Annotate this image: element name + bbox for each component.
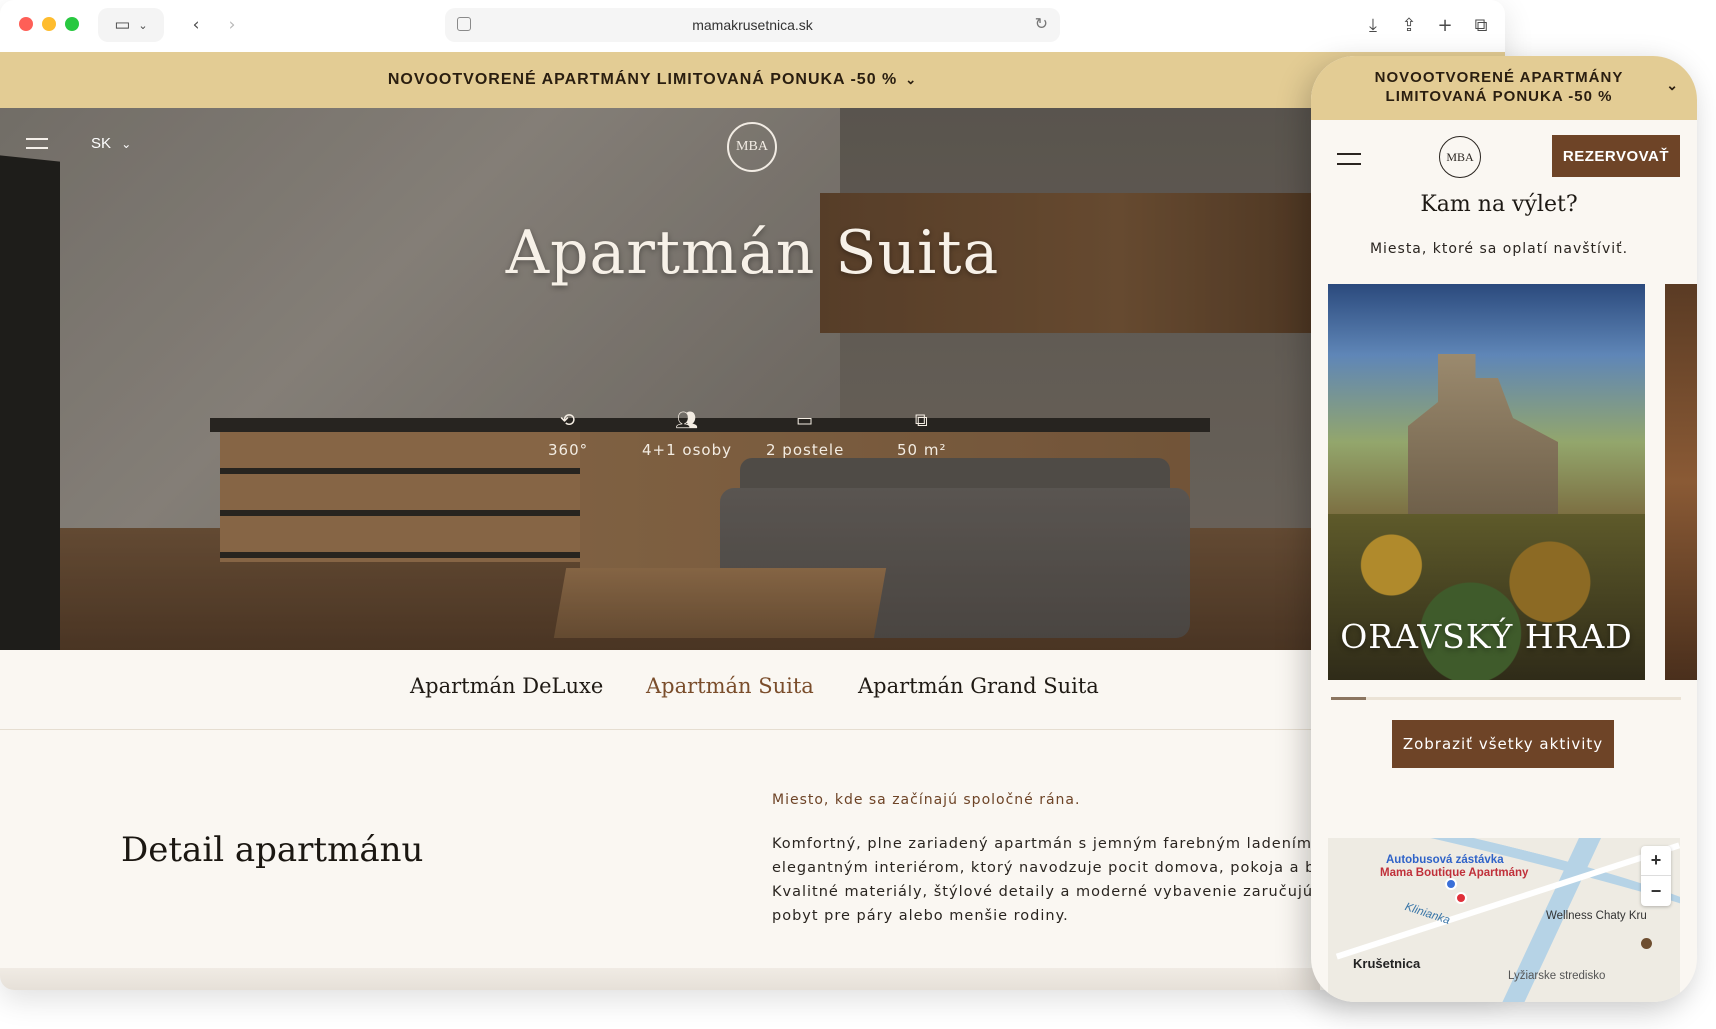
bed-icon: ▭ (796, 410, 815, 431)
page-settings-icon[interactable] (457, 17, 471, 31)
feature-label: 50 m² (897, 441, 947, 459)
hamburger-menu-button[interactable] (26, 138, 48, 156)
detail-description: Komfortný, plne zariadený apartmán s jem… (772, 832, 1320, 928)
hero-title: Apartmán Suita (505, 218, 1000, 288)
carousel-progress-fill (1331, 697, 1366, 700)
share-icon[interactable]: ⇪ (1391, 15, 1427, 36)
book-button[interactable]: REZERVOVAŤ (1552, 135, 1680, 177)
map-river (1328, 838, 1680, 940)
description-line: Kvalitné materiály, štýlové detaily a mo… (772, 884, 1320, 900)
feature-label: 360° (548, 441, 589, 459)
plus-icon[interactable]: + (1427, 15, 1463, 36)
feature-area: ⧉ 50 m² (897, 410, 946, 459)
mobile-promo-text: NOVOOTVORENÉ APARTMÁNY LIMITOVANÁ PONUKA… (1374, 69, 1624, 105)
map-label-bus-stop: Autobusová zástávka (1386, 854, 1504, 866)
chevron-right-icon: › (228, 15, 236, 35)
description-line: elegantným interiérom, ktorý navodzuje p… (772, 860, 1320, 876)
toolbar-actions: ⤓ ⇪ + ⧉ (1355, 8, 1499, 42)
language-label: SK (91, 135, 112, 152)
description-line: pobyt pre páry alebo menšie rodiny. (772, 908, 1069, 924)
promo-banner[interactable]: NOVOOTVORENÉ APARTMÁNY LIMITOVANÁ PONUKA… (0, 52, 1505, 108)
chevron-down-icon: ⌄ (905, 72, 918, 87)
logo-text: MBA (1446, 149, 1474, 164)
close-window-button[interactable] (19, 17, 33, 31)
feature-label: 4+1 osoby (642, 441, 732, 459)
feature-label: 2 postele (766, 441, 845, 459)
minimize-window-button[interactable] (42, 17, 56, 31)
feature-beds: ▭ 2 postele (766, 410, 844, 459)
browser-toolbar: ▭ ⌄ ‹ › mamakrusetnica.sk ↻ ⤓ ⇪ + ⧉ (0, 0, 1505, 52)
all-activities-button[interactable]: Zobraziť všetky aktivity (1392, 720, 1614, 768)
back-button[interactable]: ‹ (178, 8, 214, 42)
download-icon[interactable]: ⤓ (1355, 15, 1391, 36)
map-zoom-controls: + − (1641, 846, 1671, 906)
detail-subtitle: Miesto, kde sa začínajú spoločné rána. (772, 792, 1081, 808)
url-text: mamakrusetnica.sk (692, 17, 813, 33)
map-label-village: Krušetnica (1353, 956, 1421, 971)
description-line: Komfortný, plne zariadený apartmán s jem… (772, 836, 1320, 852)
zoom-out-button[interactable]: − (1641, 876, 1671, 906)
browser-window: ▭ ⌄ ‹ › mamakrusetnica.sk ↻ ⤓ ⇪ + ⧉ NOVOO… (0, 0, 1505, 990)
map-pin-wellness[interactable] (1641, 938, 1652, 949)
logo-text: MBA (736, 139, 768, 154)
chevron-down-icon: ⌄ (1666, 77, 1679, 93)
chevron-down-icon: ⌄ (138, 18, 148, 32)
activity-card-next[interactable] (1665, 284, 1697, 680)
maximize-window-button[interactable] (65, 17, 79, 31)
map-label-wellness: Wellness Chaty Kru (1546, 910, 1647, 922)
tab-apartman-grand-suita[interactable]: Apartmán Grand Suita (858, 674, 1099, 698)
reload-icon[interactable]: ↻ (1035, 14, 1048, 34)
site-logo[interactable]: MBA (727, 122, 777, 172)
location-map[interactable]: Autobusová zástávka Mama Boutique Apartm… (1328, 838, 1680, 1002)
map-label-place: Mama Boutique Apartmány (1380, 867, 1529, 879)
sidebar-toggle-button[interactable]: ▭ ⌄ (98, 8, 164, 42)
feature-360[interactable]: ⟲ 360° (548, 410, 588, 459)
chevron-left-icon: ‹ (192, 15, 200, 35)
mobile-hamburger-button[interactable] (1337, 153, 1361, 173)
mobile-promo-banner[interactable]: NOVOOTVORENÉ APARTMÁNY LIMITOVANÁ PONUKA… (1311, 56, 1697, 120)
page-bottom-edge (0, 968, 1320, 990)
feature-guests: 👥︎ 4+1 osoby (642, 410, 732, 459)
tab-apartman-deluxe[interactable]: Apartmán DeLuxe (410, 674, 603, 698)
forward-button[interactable]: › (214, 8, 250, 42)
hero-overlay (0, 108, 1320, 650)
language-selector[interactable]: SK ⌄ (91, 135, 131, 152)
castle-image (1408, 354, 1558, 514)
activity-card-oravsky-hrad[interactable]: ORAVSKÝ HRAD (1328, 284, 1645, 680)
trips-subheading: Miesta, ktoré sa oplatí navštíviť. (1369, 241, 1629, 257)
sidebar-icon: ▭ (114, 15, 131, 35)
activity-card-title: ORAVSKÝ HRAD (1340, 617, 1633, 656)
map-label-bottom: Lyžiarske stredisko (1508, 970, 1606, 982)
hero-section: SK ⌄ MBA (0, 108, 1320, 650)
people-icon: 👥︎ (675, 410, 699, 431)
map-pin-bus[interactable] (1445, 878, 1457, 890)
tabs-icon[interactable]: ⧉ (1463, 15, 1499, 36)
chevron-down-icon: ⌄ (121, 137, 132, 151)
carousel-progress (1331, 697, 1681, 700)
address-bar[interactable]: mamakrusetnica.sk ↻ (445, 8, 1060, 42)
promo-text: NOVOOTVORENÉ APARTMÁNY LIMITOVANÁ PONUKA… (387, 71, 898, 88)
area-icon: ⧉ (914, 410, 929, 431)
mobile-site-logo[interactable]: MBA (1439, 136, 1481, 178)
trips-heading: Kam na výlet? (1420, 192, 1578, 217)
mobile-preview: NOVOOTVORENÉ APARTMÁNY LIMITOVANÁ PONUKA… (1311, 56, 1697, 1002)
map-pin-apartments[interactable] (1455, 892, 1467, 904)
detail-title: Detail apartmánu (121, 830, 424, 870)
camera-360-icon: ⟲ (560, 410, 577, 431)
apartment-tabs: Apartmán DeLuxe Apartmán Suita Apartmán … (0, 650, 1320, 730)
zoom-in-button[interactable]: + (1641, 846, 1671, 876)
tab-apartman-suita[interactable]: Apartmán Suita (646, 674, 814, 698)
